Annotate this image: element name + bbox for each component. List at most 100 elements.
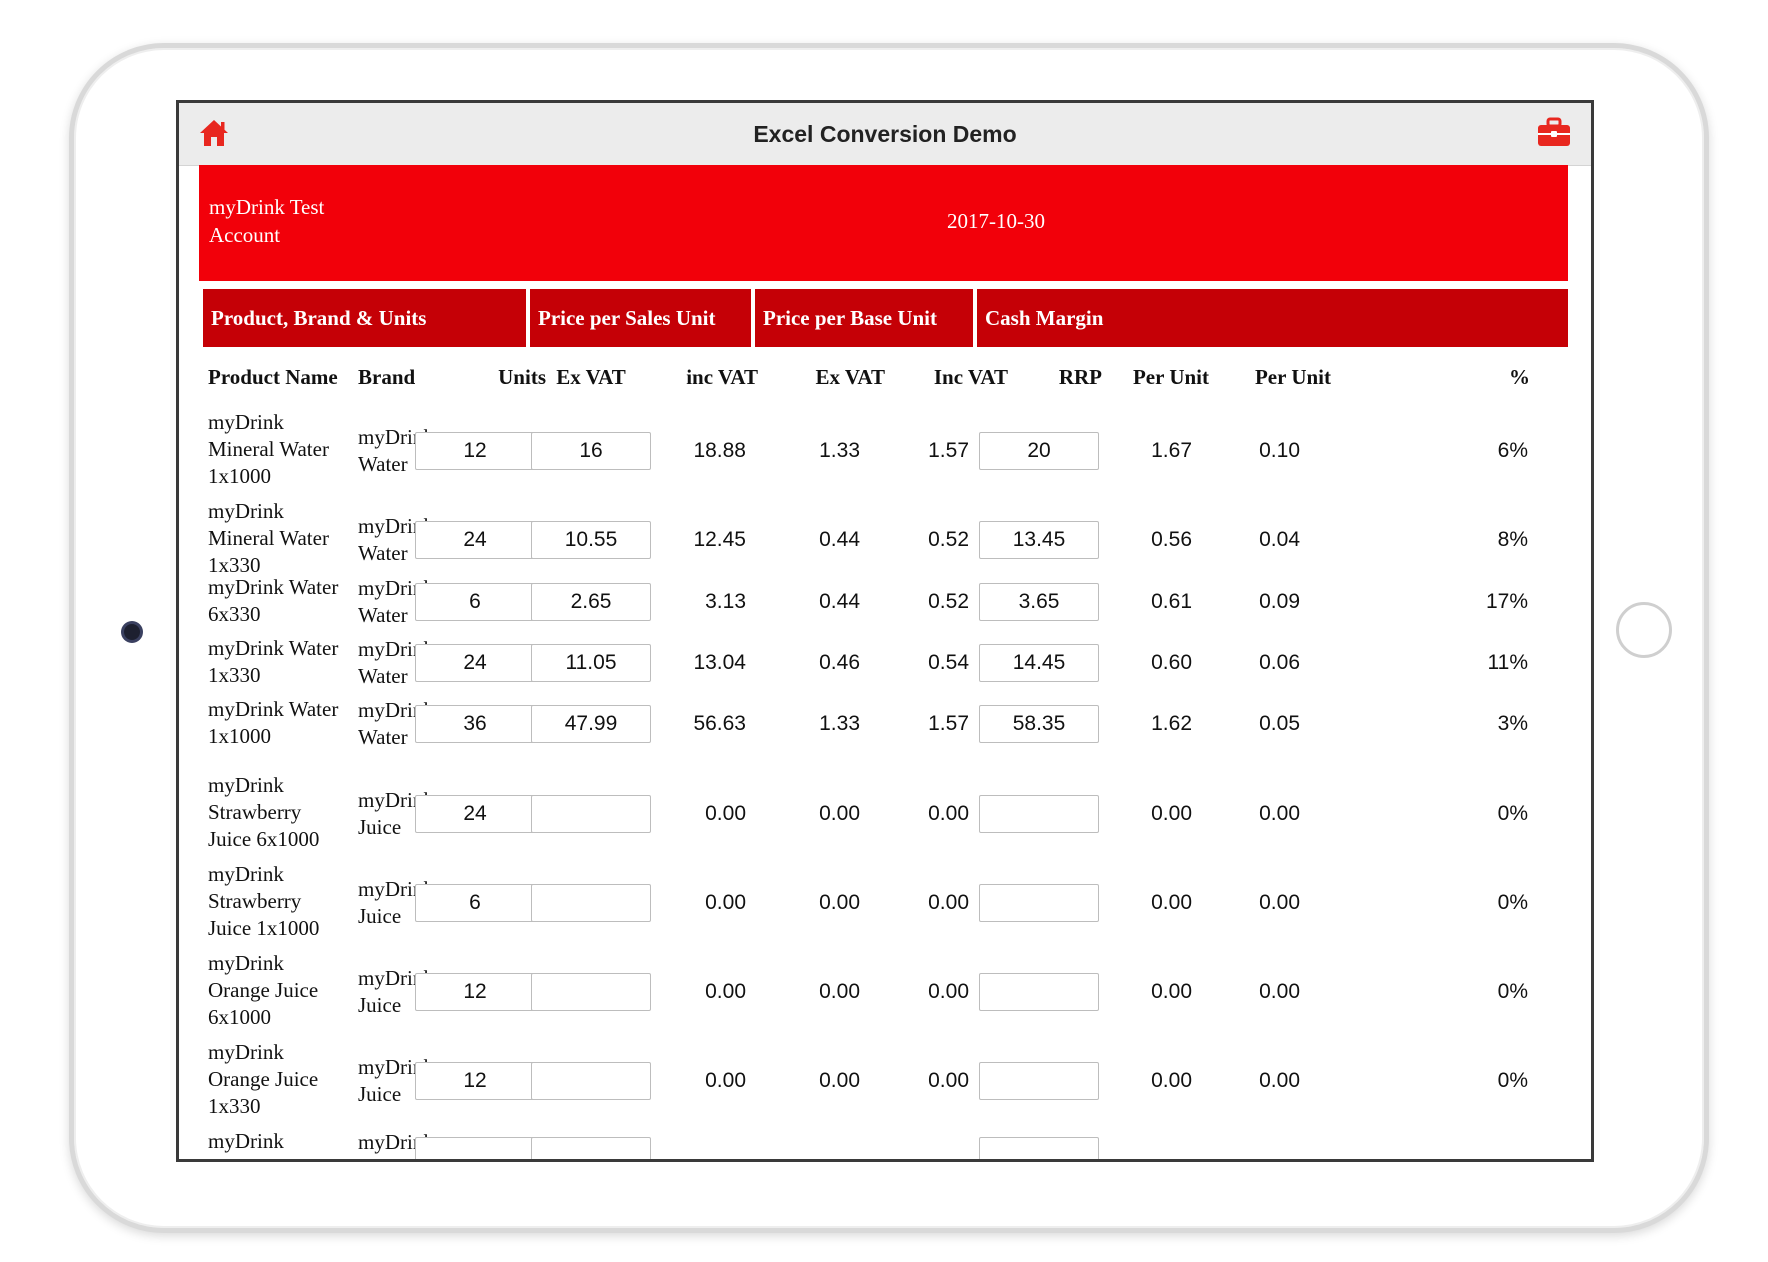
inc-vat-value: 3.13 xyxy=(705,590,746,613)
col-header-brand: Brand xyxy=(358,365,416,389)
table-row: myDrink Mineral Water 1x1000 myDrink Wate… xyxy=(179,409,1591,493)
group-header-base-unit: Price per Base Unit xyxy=(755,289,973,347)
header-date: 2017-10-30 xyxy=(947,209,1045,233)
margin-per-unit-2-value: 0.00 xyxy=(1259,802,1300,825)
base-inc-vat-value: 1.57 xyxy=(928,439,969,462)
units-input[interactable] xyxy=(415,1137,535,1159)
table-row: myDrink myDrink xyxy=(179,1128,1591,1159)
margin-per-unit-value: 0.00 xyxy=(1151,980,1192,1003)
units-input[interactable]: 24 xyxy=(415,521,535,559)
inc-vat-value: 0.00 xyxy=(705,1069,746,1092)
margin-per-unit-2-value: 0.10 xyxy=(1259,439,1300,462)
col-header-base-ex-vat: Ex VAT xyxy=(815,365,885,389)
page-title: Excel Conversion Demo xyxy=(753,121,1017,147)
product-name: myDrink Water 1x330 xyxy=(208,636,339,687)
units-input[interactable]: 6 xyxy=(415,583,535,621)
rrp-input[interactable] xyxy=(979,1137,1099,1159)
base-ex-vat-value: 0.00 xyxy=(819,802,860,825)
col-header-sales-ex-vat: Ex VAT xyxy=(556,365,626,389)
margin-per-unit-value: 0.60 xyxy=(1151,651,1192,674)
product-name: myDrink xyxy=(208,1129,284,1153)
table-row: myDrink Water 1x1000 myDrink Water 36 47.99… xyxy=(179,696,1591,752)
base-inc-vat-value: 0.00 xyxy=(928,1069,969,1092)
margin-per-unit-value: 0.56 xyxy=(1151,528,1192,551)
col-header-per-unit: Per Unit xyxy=(1132,365,1209,389)
product-name: myDrink Water 6x330 xyxy=(208,575,339,626)
table-row: myDrink Orange Juice 6x1000 myDrink Juice… xyxy=(179,950,1591,1034)
ex-vat-input[interactable] xyxy=(531,1137,651,1159)
table-row: myDrink Mineral Water 1x330 myDrink Water… xyxy=(179,498,1591,582)
col-header-units: Units xyxy=(498,365,546,389)
base-ex-vat-value: 0.44 xyxy=(819,590,860,613)
device-home-button[interactable] xyxy=(1616,602,1672,658)
table-row: myDrink Water 1x330 myDrink Water 24 11.05 1… xyxy=(179,635,1591,691)
group-header-sales-unit: Price per Sales Unit xyxy=(530,289,751,347)
form-content: myDrink Test Account 2017-10-30 Product,… xyxy=(179,165,1591,1159)
group-header-cash-margin: Cash Margin xyxy=(977,289,1568,347)
camera-lens xyxy=(124,624,140,640)
base-inc-vat-value: 0.00 xyxy=(928,802,969,825)
margin-per-unit-value: 0.00 xyxy=(1151,802,1192,825)
group-header-product: Product, Brand & Units xyxy=(203,289,526,347)
inc-vat-value: 56.63 xyxy=(693,712,746,735)
base-ex-vat-value: 0.00 xyxy=(819,891,860,914)
base-ex-vat-value: 1.33 xyxy=(819,712,860,735)
app-screen: Excel Conversion Demo myDrink Test Accou… xyxy=(176,100,1594,1162)
base-ex-vat-value: 0.46 xyxy=(819,651,860,674)
account-header: myDrink Test Account 2017-10-30 xyxy=(199,165,1568,281)
margin-percent-value: 0% xyxy=(1497,980,1528,1003)
base-inc-vat-value: 1.57 xyxy=(928,712,969,735)
units-input[interactable]: 12 xyxy=(415,973,535,1011)
units-input[interactable]: 24 xyxy=(415,795,535,833)
margin-per-unit-2-value: 0.09 xyxy=(1259,590,1300,613)
margin-percent-value: 8% xyxy=(1497,528,1528,551)
margin-per-unit-value: 0.61 xyxy=(1151,590,1192,613)
base-inc-vat-value: 0.52 xyxy=(928,590,969,613)
col-header-product-name: Product Name xyxy=(208,365,338,389)
table-row: myDrink Orange Juice 1x330 myDrink Juice 1… xyxy=(179,1039,1591,1123)
units-input[interactable]: 36 xyxy=(415,705,535,743)
table-row: myDrink Strawberry Juice 1x1000 myDrink J… xyxy=(179,861,1591,945)
margin-per-unit-2-value: 0.05 xyxy=(1259,712,1300,735)
base-ex-vat-value: 0.00 xyxy=(819,1069,860,1092)
base-inc-vat-value: 0.00 xyxy=(928,891,969,914)
units-input[interactable]: 6 xyxy=(415,884,535,922)
margin-percent-value: 6% xyxy=(1497,439,1528,462)
col-header-rrp: RRP xyxy=(1058,365,1102,389)
product-name: myDrink Water 1x1000 xyxy=(208,697,339,748)
product-name: myDrink Strawberry Juice 6x1000 xyxy=(208,773,320,851)
inc-vat-value: 12.45 xyxy=(693,528,746,551)
margin-per-unit-value: 1.62 xyxy=(1151,712,1192,735)
margin-per-unit-2-value: 0.00 xyxy=(1259,980,1300,1003)
base-ex-vat-value: 0.44 xyxy=(819,528,860,551)
margin-percent-value: 0% xyxy=(1497,891,1528,914)
margin-per-unit-2-value: 0.06 xyxy=(1259,651,1300,674)
base-ex-vat-value: 1.33 xyxy=(819,439,860,462)
inc-vat-value: 0.00 xyxy=(705,891,746,914)
inc-vat-value: 18.88 xyxy=(693,439,746,462)
product-name: myDrink Strawberry Juice 1x1000 xyxy=(208,862,320,940)
inc-vat-value: 13.04 xyxy=(693,651,746,674)
margin-per-unit-2-value: 0.00 xyxy=(1259,891,1300,914)
units-input[interactable]: 12 xyxy=(415,1062,535,1100)
margin-percent-value: 11% xyxy=(1487,651,1528,674)
table-row: myDrink Strawberry Juice 6x1000 myDrink J… xyxy=(179,772,1591,856)
margin-percent-value: 17% xyxy=(1485,590,1528,613)
product-name: myDrink Orange Juice 6x1000 xyxy=(208,951,319,1029)
base-inc-vat-value: 0.52 xyxy=(928,528,969,551)
table-row: myDrink Water 6x330 myDrink Water 6 2.65 3.1… xyxy=(179,574,1591,630)
toolbox-icon[interactable] xyxy=(1535,116,1573,150)
col-header-per-unit-2: Per Unit xyxy=(1254,365,1331,389)
inc-vat-value: 0.00 xyxy=(705,802,746,825)
margin-per-unit-2-value: 0.04 xyxy=(1259,528,1300,551)
margin-per-unit-2-value: 0.00 xyxy=(1259,1069,1300,1092)
margin-per-unit-value: 1.67 xyxy=(1151,439,1192,462)
units-input[interactable]: 24 xyxy=(415,644,535,682)
inc-vat-value: 0.00 xyxy=(705,980,746,1003)
units-input[interactable]: 12 xyxy=(415,432,535,470)
margin-percent-value: 3% xyxy=(1497,712,1528,735)
margin-per-unit-value: 0.00 xyxy=(1151,1069,1192,1092)
base-ex-vat-value: 0.00 xyxy=(819,980,860,1003)
col-header-sales-inc-vat: inc VAT xyxy=(686,365,758,389)
margin-percent-value: 0% xyxy=(1497,1069,1528,1092)
